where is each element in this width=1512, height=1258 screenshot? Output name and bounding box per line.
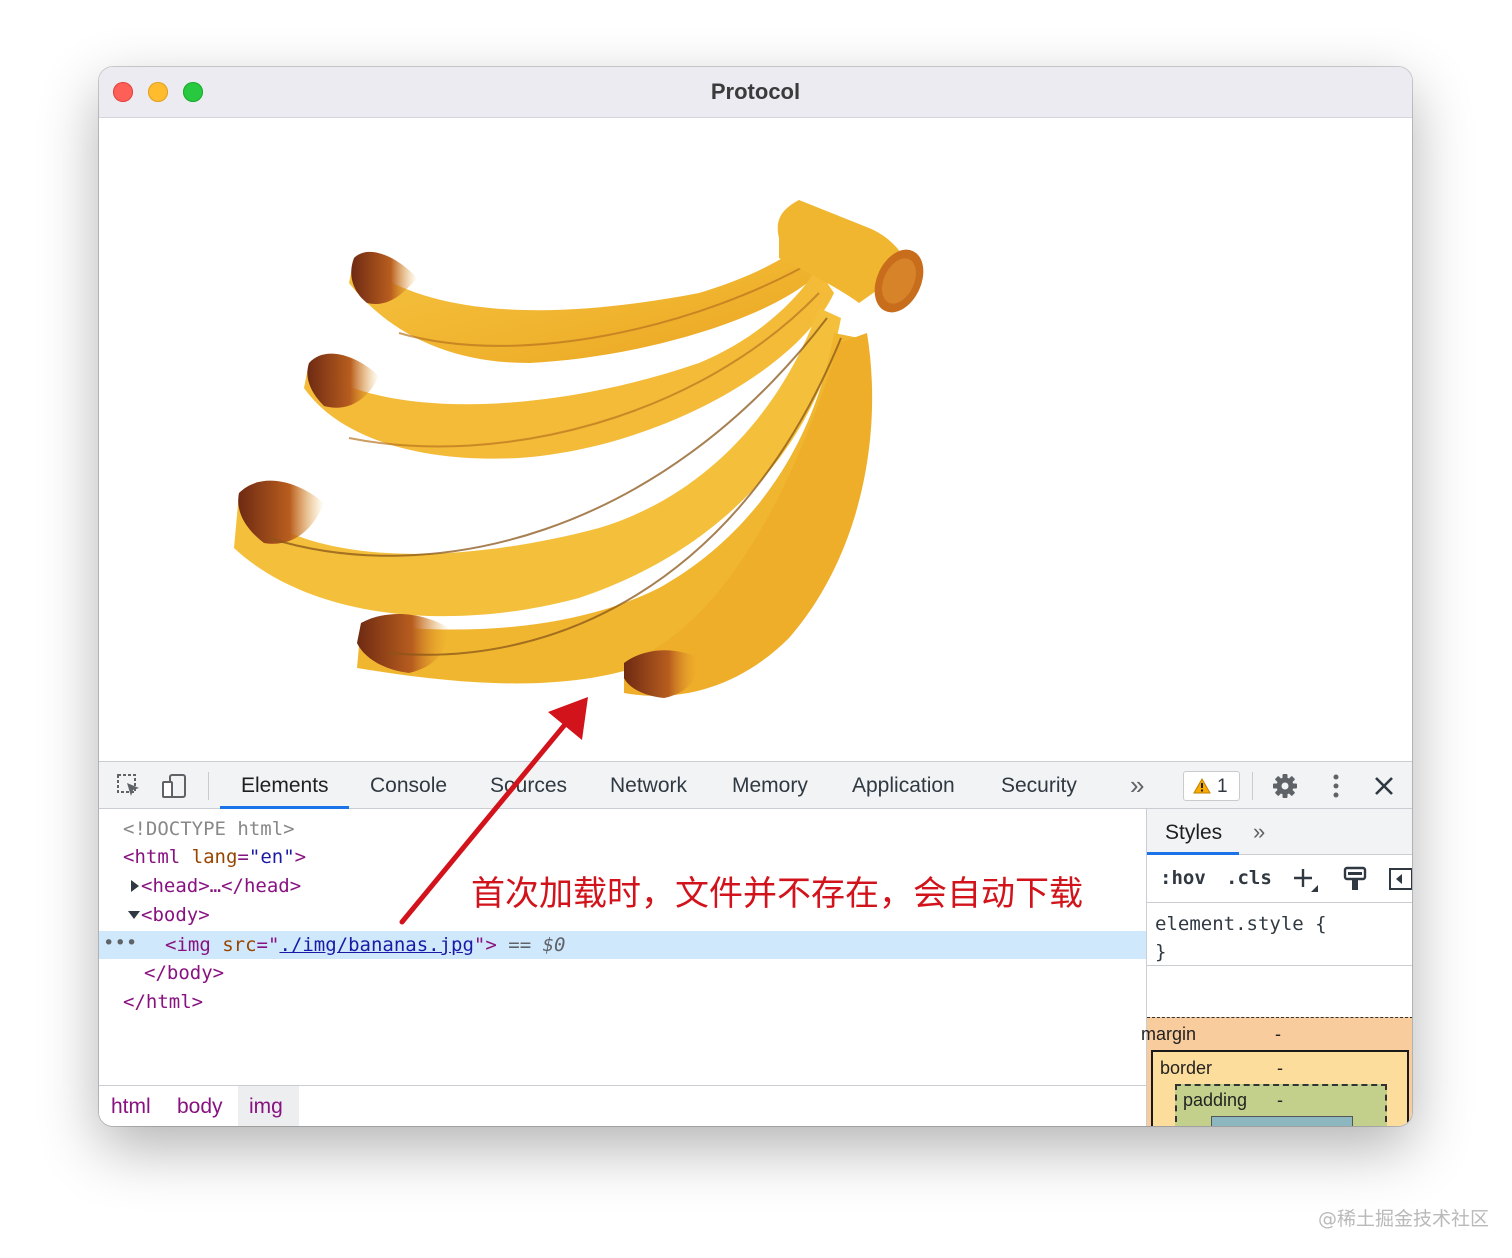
device-toolbar-icon[interactable] [161, 773, 187, 799]
padding-label: padding [1183, 1090, 1248, 1110]
window-title: Protocol [710, 79, 801, 104]
styles-toolbar: :hov .cls [1147, 855, 1412, 903]
body-close-line[interactable]: </body> [144, 959, 224, 987]
hov-toggle[interactable]: :hov [1160, 867, 1206, 889]
close-icon[interactable] [1371, 773, 1397, 799]
tab-elements[interactable]: Elements [241, 774, 329, 798]
box-model-content[interactable] [1211, 1116, 1353, 1126]
devtools-panel: Elements Console Sources Network Memory … [99, 761, 1412, 1126]
title-bar: Protocol [99, 67, 1412, 118]
styles-tab-bar: Styles » [1147, 809, 1412, 855]
doctype-line[interactable]: <!DOCTYPE html> [123, 815, 295, 843]
img-node-line[interactable]: <img src="./img/bananas.jpg"> == $0 [165, 931, 565, 959]
margin-value[interactable]: - [1275, 1024, 1281, 1045]
border-value[interactable]: - [1277, 1058, 1283, 1079]
annotation-text: 首次加载时，文件并不存在，会自动下载 [471, 874, 1083, 914]
expand-triangle-icon[interactable] [129, 879, 141, 893]
tab-styles[interactable]: Styles [1165, 821, 1222, 845]
breadcrumb-body[interactable]: body [177, 1095, 223, 1119]
element-style-rule-close: } [1155, 941, 1167, 963]
inspect-icon[interactable] [116, 773, 142, 799]
tab-application[interactable]: Application [852, 774, 955, 798]
body-open-line[interactable]: <body> [127, 901, 210, 929]
devtools-tab-bar: Elements Console Sources Network Memory … [99, 761, 1412, 809]
box-model-margin[interactable]: margin - border - padding - [1141, 1017, 1412, 1126]
cls-toggle[interactable]: .cls [1226, 867, 1272, 889]
img-src-link[interactable]: ./img/bananas.jpg [279, 934, 473, 956]
styles-more-button[interactable]: » [1253, 819, 1265, 845]
toolbar-separator [1252, 772, 1253, 800]
new-rule-icon[interactable] [1293, 867, 1319, 893]
padding-value[interactable]: - [1277, 1090, 1283, 1111]
styles-pane: Styles » :hov .cls element.style {} mar… [1141, 809, 1412, 1126]
margin-label: margin [1141, 1024, 1197, 1044]
warnings-badge[interactable]: 1 [1183, 771, 1240, 801]
html-close-line[interactable]: </html> [123, 988, 203, 1016]
watermark: @稀土掘金技术社区 [1318, 1208, 1490, 1230]
warning-icon [1193, 778, 1211, 794]
more-tabs-button[interactable]: » [1130, 770, 1144, 801]
bananas-image [234, 200, 924, 698]
box-model-border[interactable]: border - padding - [1151, 1050, 1409, 1126]
tab-security[interactable]: Security [1001, 774, 1077, 798]
sidebar-toggle-icon[interactable] [1389, 868, 1412, 890]
breadcrumb-img[interactable]: img [249, 1095, 283, 1119]
dom-tree: ••• <!DOCTYPE html> <html lang="en"> <he… [99, 809, 1146, 1084]
toolbar-separator [208, 772, 209, 800]
browser-window: Protocol Elements Console Sources Networ… [99, 67, 1412, 1126]
breadcrumb: html body img [99, 1085, 1146, 1126]
element-style-rule-open[interactable]: element.style { [1155, 913, 1327, 935]
breadcrumb-html[interactable]: html [111, 1095, 151, 1119]
head-collapsed-line[interactable]: <head>…</head> [129, 872, 301, 900]
html-open-line[interactable]: <html lang="en"> [123, 843, 306, 871]
collapse-triangle-icon[interactable] [127, 909, 141, 921]
tab-memory[interactable]: Memory [732, 774, 808, 798]
gear-icon[interactable] [1272, 773, 1298, 799]
box-model-padding[interactable]: padding - [1175, 1084, 1387, 1126]
node-actions-ellipsis[interactable]: ••• [103, 931, 137, 959]
tab-network[interactable]: Network [610, 774, 687, 798]
styles-divider [1147, 965, 1412, 966]
tab-sources[interactable]: Sources [490, 774, 567, 798]
paint-brush-icon[interactable] [1343, 866, 1367, 892]
page-viewport [99, 118, 1412, 761]
tab-console[interactable]: Console [370, 774, 447, 798]
border-label: border [1160, 1058, 1213, 1078]
kebab-menu-icon[interactable] [1323, 773, 1349, 799]
warning-count: 1 [1217, 776, 1228, 797]
